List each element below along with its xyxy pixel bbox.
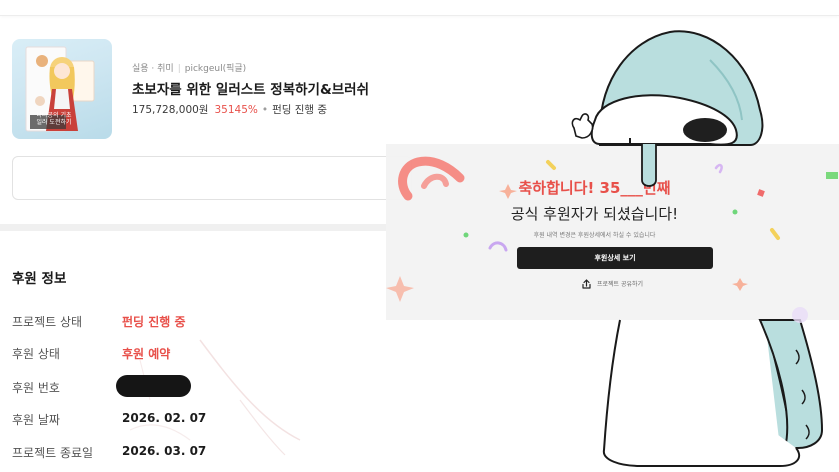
project-stats: 175,728,000원 35145% • 펀딩 진행 중 [132, 102, 327, 117]
thumbnail-caption: 나나공의 기초 일러 도전하기 [36, 112, 72, 126]
info-label: 후원 날짜 [12, 413, 60, 427]
popup-headline: 축하합니다! 35___번째 [518, 179, 671, 197]
info-row-end-date: 프로젝트 종료일 2026. 03. 07 [12, 444, 392, 464]
project-creator[interactable]: pickgeul(픽글) [185, 64, 246, 74]
redacted-support-number [116, 375, 191, 397]
info-label: 후원 번호 [12, 381, 60, 395]
share-icon [582, 279, 591, 291]
info-label: 후원 상태 [12, 347, 60, 361]
project-title[interactable]: 초보자를 위한 일러스트 정복하기&브러쉬 [132, 78, 369, 98]
support-date-value: 2026. 02. 07 [122, 411, 207, 425]
share-project-link[interactable]: 프로젝트 공유하기 [582, 279, 643, 291]
info-row-support-date: 후원 날짜 2026. 02. 07 [12, 411, 392, 431]
info-row-project-status: 프로젝트 상태 펀딩 진행 중 [12, 313, 392, 333]
info-label: 프로젝트 상태 [12, 315, 83, 329]
end-date-value: 2026. 03. 07 [122, 444, 207, 458]
project-category: 실용 · 취미 [132, 64, 174, 74]
popup-subtitle: 공식 후원자가 되셨습니다! [510, 205, 679, 223]
popup-note: 후원 내역 변경은 후원상세에서 하실 수 있습니다 [533, 232, 656, 239]
message-box[interactable] [12, 156, 412, 200]
support-info-heading: 후원 정보 [12, 271, 67, 287]
funding-amount: 175,728,000원 [132, 104, 209, 116]
project-meta: 실용 · 취미 | pickgeul(픽글) [132, 61, 246, 74]
info-row-support-status: 후원 상태 후원 예약 [12, 345, 392, 365]
stats-separator: • [261, 104, 269, 116]
funding-status: 펀딩 진행 중 [272, 104, 328, 116]
info-row-support-number: 후원 번호 [12, 375, 392, 399]
project-summary-card[interactable]: 나나공의 기초 일러 도전하기 실용 · 취미 | pickgeul(픽글) 초보자… [12, 38, 392, 140]
congratulation-popup: 축하합니다! 35___번째 공식 후원자가 되셨습니다! 후원 내역 변경은 … [386, 144, 839, 320]
info-label: 프로젝트 종료일 [12, 446, 94, 460]
meta-separator: | [177, 64, 181, 74]
funding-percent: 35145% [214, 104, 258, 116]
project-status-value: 펀딩 진행 중 [122, 315, 186, 329]
project-thumbnail[interactable]: 나나공의 기초 일러 도전하기 [12, 39, 112, 139]
support-status-value: 후원 예약 [122, 347, 171, 361]
view-support-details-button[interactable]: 후원상세 보기 [517, 247, 713, 269]
top-navigation-bar [0, 0, 839, 16]
section-divider [0, 224, 400, 231]
share-label: 프로젝트 공유하기 [597, 281, 644, 288]
